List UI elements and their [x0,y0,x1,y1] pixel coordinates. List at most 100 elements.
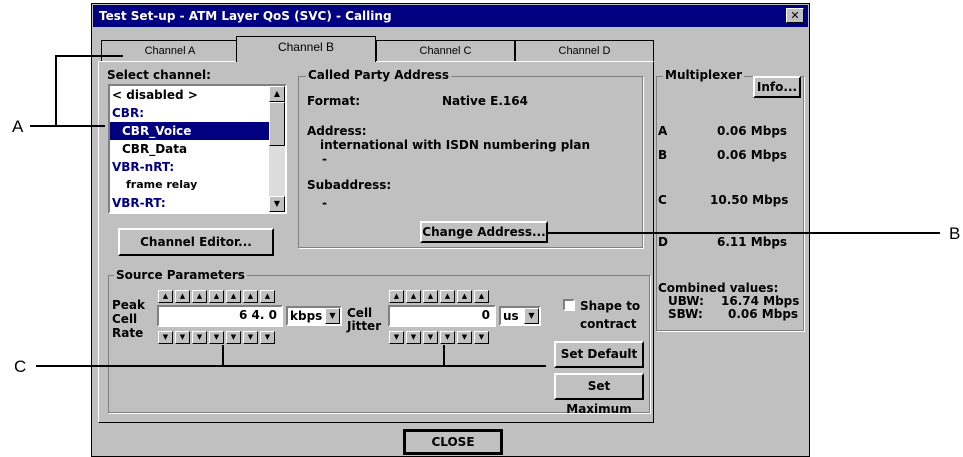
listbox-scrollbar[interactable]: ▲ ▼ [269,86,285,212]
shape-to-contract-label-1: Shape to [580,299,641,313]
mux-channel-c: C [658,193,667,207]
subaddress-value: - [322,196,327,210]
mux-rate-b: 0.06 Mbps [717,148,788,162]
channel-listbox[interactable]: < disabled > CBR: CBR_Voice CBR_Data VBR… [108,84,287,214]
peak-digit-up-icon[interactable]: ▲ [158,290,173,303]
chevron-down-icon[interactable]: ▼ [524,308,539,324]
peak-digit-up-icon[interactable]: ▲ [209,290,224,303]
peak-digit-down-icon[interactable]: ▼ [175,331,190,344]
mux-channel-d: D [658,235,668,249]
callout-c-leader [36,365,546,367]
change-address-button[interactable]: Change Address... [420,221,548,243]
tab-channel-c[interactable]: Channel C [376,40,515,62]
mux-rate-c: 10.50 Mbps [710,193,789,207]
jitter-digit-up-icon[interactable]: ▲ [406,290,421,303]
callout-c-tick-2 [443,345,445,366]
peak-digit-down-icon[interactable]: ▼ [243,331,258,344]
jitter-digit-down-icon[interactable]: ▼ [457,331,472,344]
tab-channel-d[interactable]: Channel D [515,40,654,62]
scroll-down-icon[interactable]: ▼ [269,196,285,212]
mux-rate-a: 0.06 Mbps [717,124,788,138]
list-group-vbr-rt: VBR-RT: [112,196,166,210]
mux-rate-d: 6.11 Mbps [717,235,788,249]
peak-unit-select[interactable]: kbps ▼ [286,306,342,326]
list-item-cbr-data[interactable]: CBR_Data [110,140,270,158]
mux-channel-a: A [658,124,668,138]
peak-digit-up-icon[interactable]: ▲ [226,290,241,303]
called-party-legend: Called Party Address [306,68,452,82]
callout-a-label: A [12,117,24,136]
jitter-unit-select[interactable]: us ▼ [499,306,541,326]
jitter-digit-up-icon[interactable]: ▲ [423,290,438,303]
jitter-digit-up-icon[interactable]: ▲ [440,290,455,303]
list-item-cbr-voice[interactable]: CBR_Voice [110,122,270,140]
address-value: international with ISDN numbering plan [320,138,591,152]
ubw-label: UBW: [668,294,704,308]
info-button[interactable]: Info... [753,76,801,98]
format-label: Format: [307,94,361,108]
jitter-digit-up-icon[interactable]: ▲ [457,290,472,303]
list-group-cbr: CBR: [112,106,144,120]
peak-digit-up-icon[interactable]: ▲ [192,290,207,303]
multiplexer-legend: Multiplexer [663,68,745,82]
peak-cell-rate-label-1: Peak [112,298,146,312]
callout-c-tick-1 [222,345,224,366]
list-item-frame-relay[interactable]: frame relay [110,176,270,194]
source-parameters-legend: Source Parameters [114,268,247,282]
list-group-vbr-nrt: VBR-nRT: [112,160,175,174]
tab-channel-a[interactable]: Channel A [101,40,239,62]
set-maximum-button[interactable]: Set Maximum [554,373,644,416]
callout-a-bottom-arm [55,125,105,127]
callout-a-top-arm [55,55,123,57]
chevron-down-icon[interactable]: ▼ [325,308,340,324]
subaddress-label: Subaddress: [307,178,392,192]
peak-cell-rate-field[interactable]: 6 4. 0 [157,305,283,327]
jitter-digit-up-icon[interactable]: ▲ [389,290,404,303]
callout-b-label: B [949,224,961,243]
peak-digit-down-icon[interactable]: ▼ [209,331,224,344]
cell-jitter-field[interactable]: 0 [388,305,496,327]
peak-digit-up-icon[interactable]: ▲ [243,290,258,303]
jitter-digit-down-icon[interactable]: ▼ [406,331,421,344]
address-label: Address: [307,124,367,138]
peak-digit-down-icon[interactable]: ▼ [158,331,173,344]
peak-unit-value: kbps [290,309,323,323]
sbw-value: 0.06 Mbps [728,307,799,321]
scroll-up-icon[interactable]: ▲ [269,86,285,102]
jitter-digit-down-icon[interactable]: ▼ [423,331,438,344]
peak-cell-rate-label-2: Cell [112,312,138,326]
shape-to-contract-checkbox[interactable] [563,299,575,311]
address-extra: - [322,152,327,166]
format-value: Native E.164 [442,94,528,108]
callout-a-bracket [55,55,57,127]
close-button[interactable]: CLOSE [403,429,503,455]
peak-digit-down-icon[interactable]: ▼ [192,331,207,344]
peak-digit-up-icon[interactable]: ▲ [260,290,275,303]
channel-editor-button[interactable]: Channel Editor... [118,228,274,256]
jitter-digit-down-icon[interactable]: ▼ [474,331,489,344]
sbw-label: SBW: [668,307,703,321]
combined-values-label: Combined values: [658,281,779,295]
list-item-disabled[interactable]: < disabled > [110,86,270,104]
window-close-button[interactable]: ✕ [786,8,804,23]
cell-jitter-label-1: Cell [347,306,373,320]
tab-channel-b[interactable]: Channel B [236,36,376,62]
window-title: Test Set-up - ATM Layer QoS (SVC) - Call… [93,5,808,27]
peak-digit-down-icon[interactable]: ▼ [226,331,241,344]
jitter-digit-down-icon[interactable]: ▼ [440,331,455,344]
callout-b-leader [546,232,940,234]
jitter-digit-up-icon[interactable]: ▲ [474,290,489,303]
jitter-digit-down-icon[interactable]: ▼ [389,331,404,344]
callout-c-label: C [14,357,27,376]
mux-channel-b: B [658,148,668,162]
scroll-thumb[interactable] [269,102,285,146]
ubw-value: 16.74 Mbps [721,294,800,308]
peak-digit-up-icon[interactable]: ▲ [175,290,190,303]
set-default-button[interactable]: Set Default [554,341,644,368]
select-channel-label: Select channel: [107,68,211,82]
peak-digit-down-icon[interactable]: ▼ [260,331,275,344]
jitter-unit-value: us [503,309,519,323]
callout-a-leader [30,125,57,127]
shape-to-contract-label-2: contract [580,317,637,331]
peak-cell-rate-label-3: Rate [112,326,144,340]
